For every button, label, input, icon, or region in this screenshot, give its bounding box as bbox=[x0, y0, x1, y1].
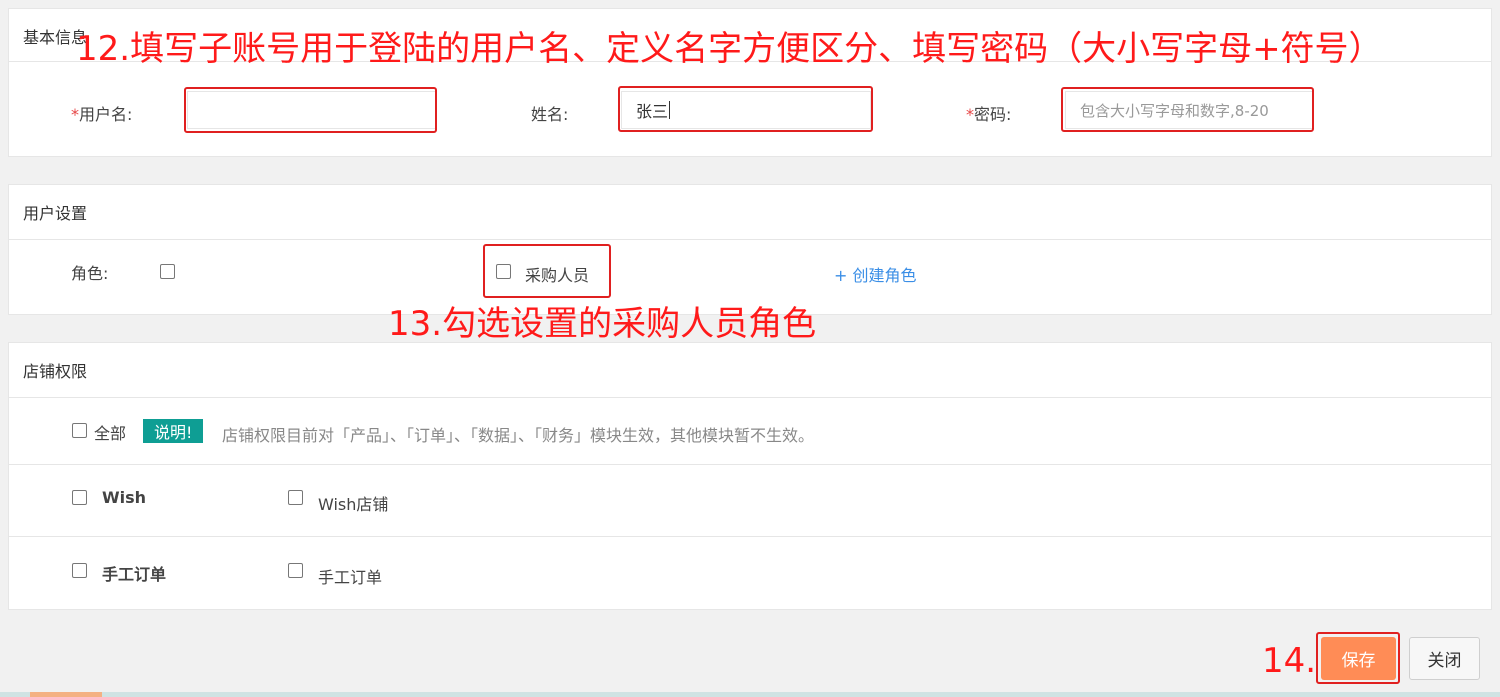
password-label-text: 密码: bbox=[974, 105, 1012, 124]
wish-shop-label: Wish店铺 bbox=[318, 495, 389, 514]
wish-group-label: Wish bbox=[102, 488, 147, 507]
row-divider bbox=[9, 536, 1491, 537]
username-label-text: 用户名: bbox=[79, 105, 133, 124]
permission-note: 店铺权限目前对「产品」、「订单」、「数据」、「财务」模块生效，其他模块暂不生效。 bbox=[222, 426, 815, 445]
create-role-link[interactable]: + 创建角色 bbox=[834, 262, 917, 286]
password-label: *密码: bbox=[966, 101, 1011, 125]
username-required-mark: * bbox=[71, 105, 79, 124]
name-input[interactable]: 张三 bbox=[621, 91, 871, 129]
step14-annotation: 14. bbox=[1262, 641, 1317, 681]
role-checkbox-empty[interactable] bbox=[160, 264, 175, 279]
username-input[interactable] bbox=[187, 91, 437, 129]
purchaser-role-label: 采购人员 bbox=[525, 266, 590, 285]
manual-order-shop-label: 手工订单 bbox=[318, 568, 383, 587]
text-cursor bbox=[669, 101, 671, 119]
username-label: *用户名: bbox=[71, 101, 132, 125]
bottom-accent bbox=[30, 692, 102, 697]
save-button[interactable]: 保存 bbox=[1321, 637, 1396, 680]
manual-order-group-checkbox[interactable] bbox=[72, 563, 87, 578]
all-checkbox[interactable] bbox=[72, 423, 87, 438]
explanation-badge: 说明! bbox=[143, 419, 204, 443]
bottom-strip bbox=[0, 692, 1500, 697]
close-button[interactable]: 关闭 bbox=[1409, 637, 1480, 680]
shop-permissions-panel: 店铺权限 全部 说明! 店铺权限目前对「产品」、「订单」、「数据」、「财务」模块… bbox=[8, 342, 1492, 610]
step13-annotation: 13.勾选设置的采购人员角色 bbox=[388, 304, 817, 344]
step12-annotation: 12.填写子账号用于登陆的用户名、定义名字方便区分、填写密码（大小写字母+符号） bbox=[76, 29, 1383, 69]
password-input[interactable]: 包含大小写字母和数字,8-20 bbox=[1065, 91, 1313, 129]
name-label: 姓名: bbox=[531, 105, 569, 124]
manual-order-group-label: 手工订单 bbox=[102, 565, 167, 584]
shop-permissions-title: 店铺权限 bbox=[9, 343, 1491, 398]
wish-shop-checkbox[interactable] bbox=[288, 490, 303, 505]
row-divider bbox=[9, 464, 1491, 465]
user-settings-panel: 用户设置 角色: 采购人员 + 创建角色 bbox=[8, 184, 1492, 315]
all-label: 全部 bbox=[94, 424, 127, 443]
password-required-mark: * bbox=[966, 105, 974, 124]
manual-order-shop-checkbox[interactable] bbox=[288, 563, 303, 578]
purchaser-role-checkbox[interactable] bbox=[496, 264, 511, 279]
user-settings-title: 用户设置 bbox=[9, 185, 1491, 240]
name-input-value: 张三 bbox=[636, 102, 669, 121]
role-label: 角色: bbox=[71, 264, 109, 283]
wish-group-checkbox[interactable] bbox=[72, 490, 87, 505]
